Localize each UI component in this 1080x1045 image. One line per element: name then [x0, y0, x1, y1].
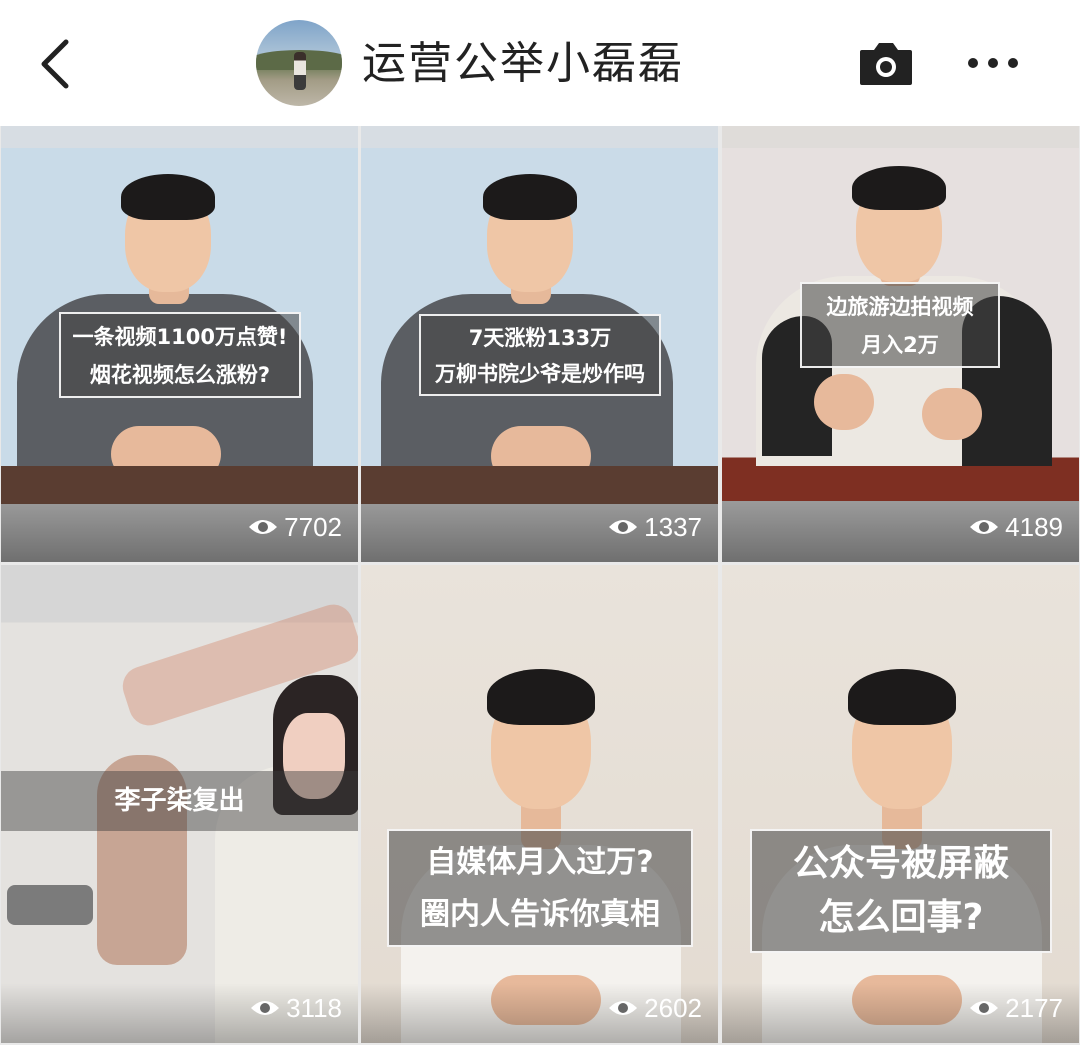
view-count: 4189 [969, 510, 1063, 544]
presenter-figure [722, 565, 1079, 1043]
video-grid: 一条视频1100万点赞! 烟花视频怎么涨粉? 7702 7天涨粉133万 万柳书… [0, 126, 1080, 1045]
video-card[interactable]: 7天涨粉133万 万柳书院少爷是炒作吗 1337 [361, 126, 718, 562]
video-caption: 公众号被屏蔽 怎么回事? [750, 829, 1052, 953]
view-count-value: 2177 [1005, 992, 1063, 1023]
more-dots-icon[interactable] [966, 52, 1020, 74]
top-bar: 运营公举小磊磊 [0, 0, 1080, 126]
eye-icon [609, 1001, 638, 1015]
view-count-value: 4189 [1005, 511, 1063, 542]
eye-icon [249, 520, 278, 534]
chevron-left-icon[interactable] [34, 36, 78, 92]
desk [361, 466, 718, 504]
view-count-value: 1337 [644, 511, 702, 542]
eye-icon [609, 520, 638, 534]
video-card[interactable]: 公众号被屏蔽 怎么回事? 2177 [722, 565, 1079, 1043]
presenter-figure [361, 565, 718, 1043]
eye-icon [970, 520, 999, 534]
view-count-value: 3118 [286, 992, 342, 1023]
video-caption: 边旅游边拍视频 月入2万 [800, 282, 1000, 368]
video-card[interactable]: 一条视频1100万点赞! 烟花视频怎么涨粉? 7702 [1, 126, 358, 562]
view-count-value: 2602 [644, 992, 702, 1023]
video-card[interactable]: 自媒体月入过万? 圈内人告诉你真相 2602 [361, 565, 718, 1043]
video-caption: 7天涨粉133万 万柳书院少爷是炒作吗 [419, 314, 661, 396]
view-count: 7702 [248, 510, 342, 544]
eye-icon [251, 1001, 280, 1015]
view-count: 3118 [250, 991, 342, 1025]
view-count: 2177 [969, 991, 1063, 1025]
eye-icon [970, 1001, 999, 1015]
avatar[interactable] [256, 20, 342, 106]
desk [1, 466, 358, 504]
view-count-value: 7702 [284, 511, 342, 542]
view-count: 1337 [608, 510, 702, 544]
camera-icon[interactable] [858, 40, 914, 86]
video-caption: 李子柒复出 [1, 771, 358, 831]
video-card[interactable]: 李子柒复出 3118 [1, 565, 358, 1043]
video-caption: 自媒体月入过万? 圈内人告诉你真相 [387, 829, 693, 947]
video-caption: 一条视频1100万点赞! 烟花视频怎么涨粉? [59, 312, 301, 398]
video-card[interactable]: 边旅游边拍视频 月入2万 4189 [722, 126, 1079, 562]
view-count: 2602 [608, 991, 702, 1025]
account-name[interactable]: 运营公举小磊磊 [362, 36, 684, 92]
